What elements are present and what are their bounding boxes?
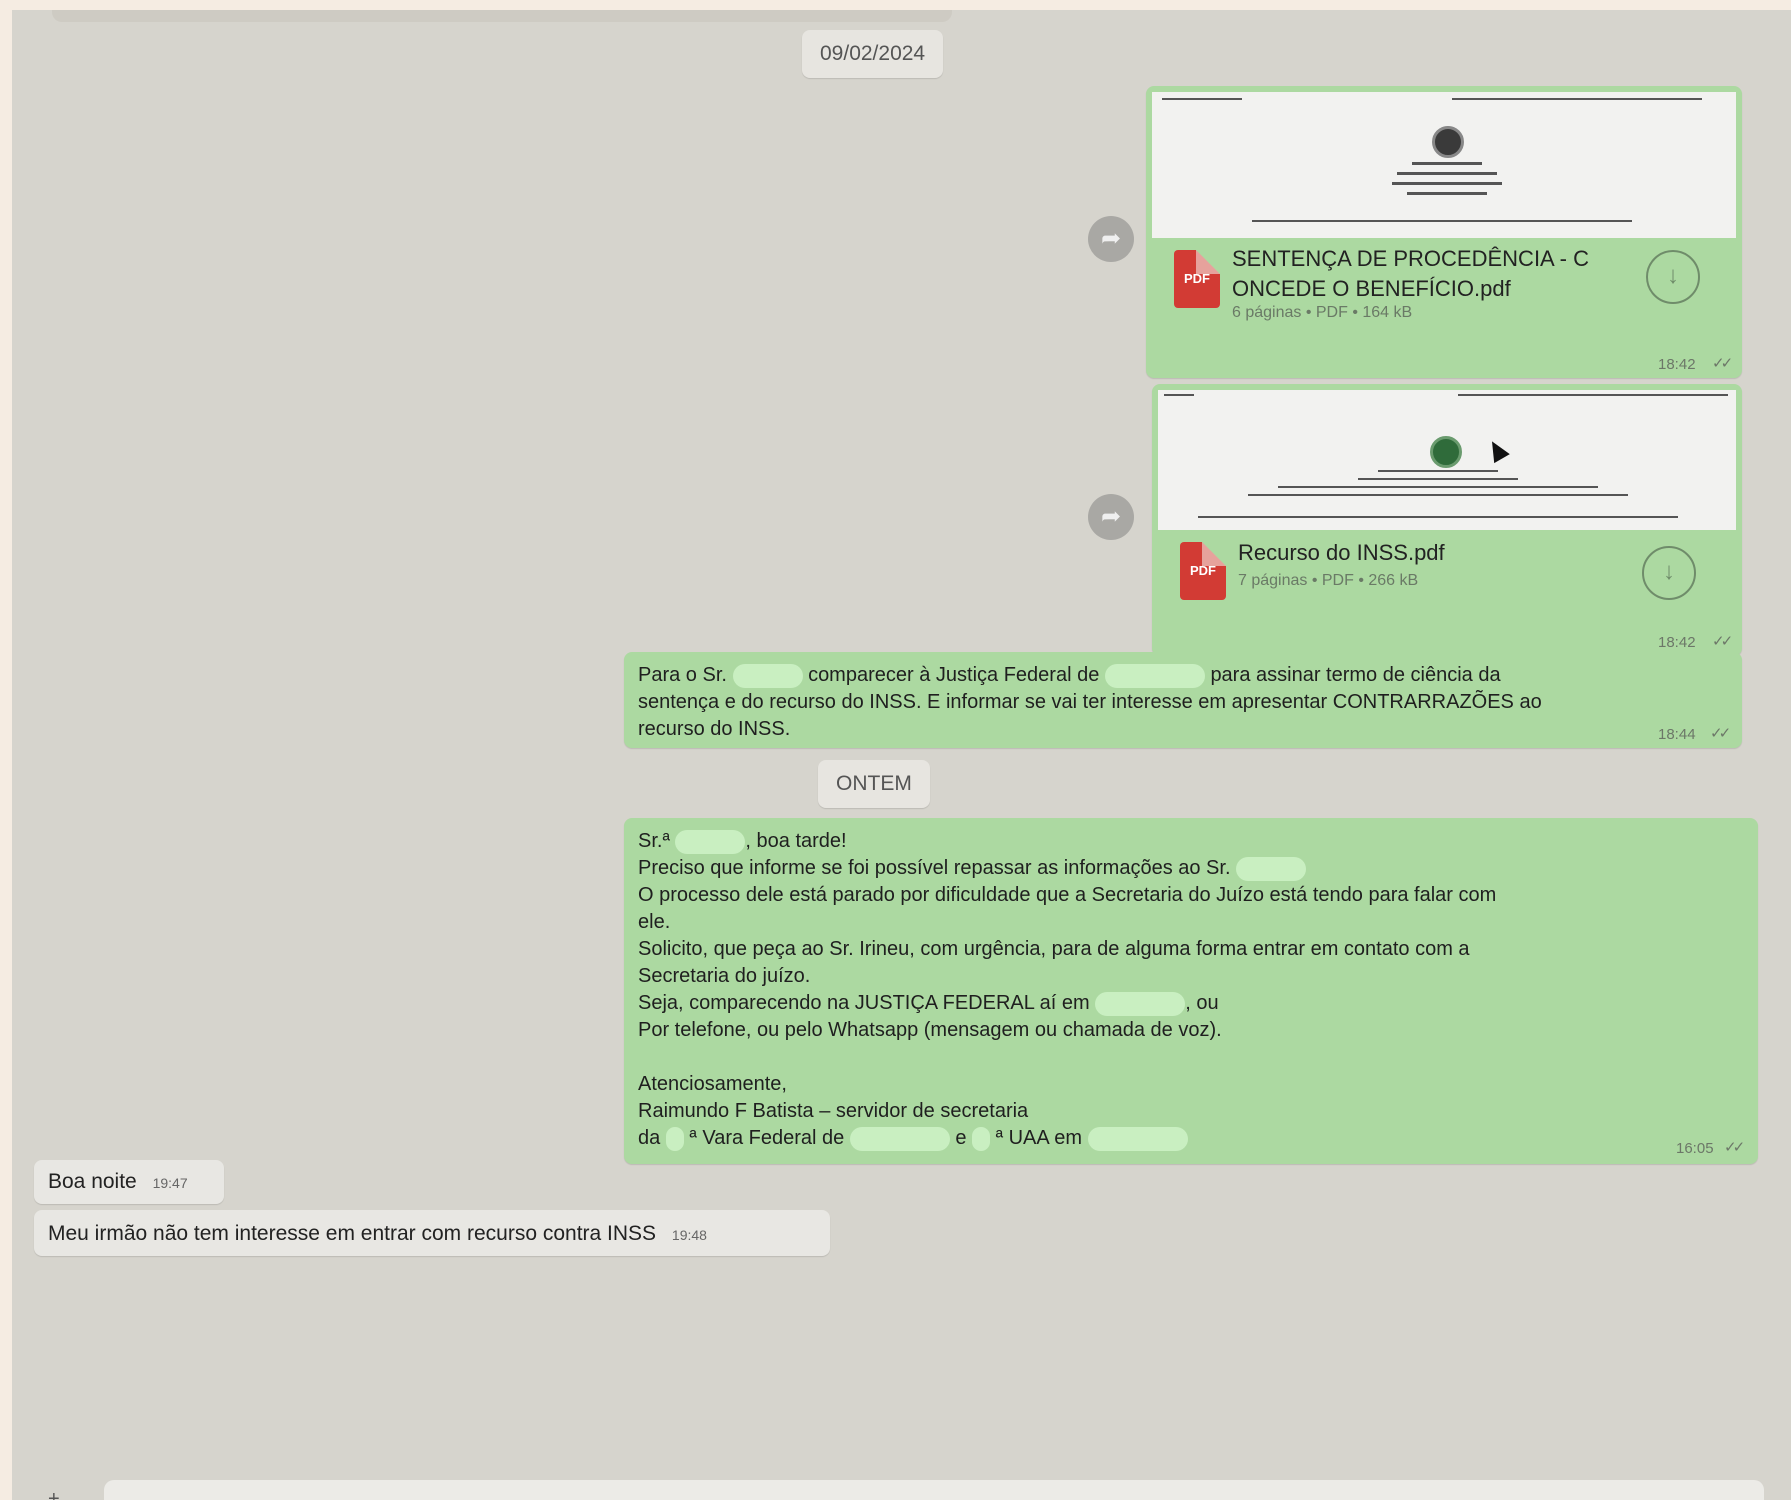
text-message[interactable]: Sr.ª , boa tarde! Preciso que informe se… [624, 818, 1758, 1164]
file-name: SENTENÇA DE PROCEDÊNCIA - C ONCEDE O BEN… [1232, 246, 1589, 301]
message-time: 18:42 [1658, 356, 1696, 373]
file-meta: 7 páginas • PDF • 266 kB [1238, 572, 1419, 589]
date-separator: 09/02/2024 [802, 30, 944, 78]
download-icon[interactable]: ↓ [1646, 250, 1700, 304]
message-time: 19:48 [671, 1227, 707, 1243]
date-label: 09/02/2024 [820, 42, 926, 65]
pdf-icon: PDF [1180, 542, 1226, 600]
message-time: 19:47 [152, 1175, 188, 1191]
date-label: ONTEM [836, 772, 912, 795]
date-separator: ONTEM [818, 760, 930, 808]
message-body: Boa noite [48, 1170, 137, 1193]
forward-icon[interactable]: ➦ [1088, 216, 1134, 262]
message-time: 16:05 [1676, 1140, 1714, 1157]
top-bar [52, 10, 952, 22]
file-message[interactable]: PDF SENTENÇA DE PROCEDÊNCIA - C ONCEDE O… [1146, 86, 1742, 378]
double-check-icon: ✓✓ [1724, 1139, 1745, 1156]
message-time: 18:44 [1658, 726, 1696, 743]
incoming-message[interactable]: Boa noite 19:47 [34, 1160, 224, 1204]
emblem-icon [1432, 126, 1464, 158]
document-preview[interactable] [1152, 92, 1736, 238]
double-check-icon: ✓✓ [1710, 725, 1731, 742]
text-message[interactable]: Para o Sr. comparecer à Justiça Federal … [624, 652, 1742, 748]
double-check-icon: ✓✓ [1712, 633, 1733, 650]
file-message[interactable]: PDF Recurso do INSS.pdf 7 páginas • PDF … [1152, 384, 1742, 656]
file-meta: 6 páginas • PDF • 164 kB [1232, 304, 1413, 321]
download-icon[interactable]: ↓ [1642, 546, 1696, 600]
pdf-icon: PDF [1174, 250, 1220, 308]
double-check-icon: ✓✓ [1712, 355, 1733, 372]
chat-window: 09/02/2024 ➦ ➦ PDF SENTENÇA DE PROCEDÊNC… [12, 10, 1791, 1500]
file-name: Recurso do INSS.pdf [1238, 540, 1445, 565]
message-body: Meu irmão não tem interesse em entrar co… [48, 1222, 657, 1245]
attach-icon[interactable]: + [48, 1488, 60, 1500]
message-time: 18:42 [1658, 634, 1696, 651]
incoming-message[interactable]: Meu irmão não tem interesse em entrar co… [34, 1210, 830, 1256]
emblem-icon [1430, 436, 1462, 468]
message-body: Para o Sr. comparecer à Justiça Federal … [638, 663, 1542, 740]
document-preview[interactable] [1158, 390, 1736, 530]
forward-icon[interactable]: ➦ [1088, 494, 1134, 540]
message-input[interactable] [104, 1480, 1764, 1500]
message-body: Sr.ª , boa tarde! Preciso que informe se… [638, 829, 1497, 1151]
